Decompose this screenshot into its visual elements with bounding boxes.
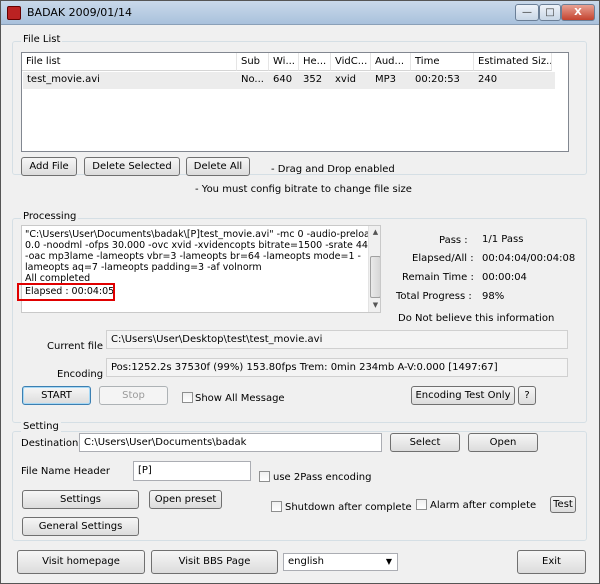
column-header-time[interactable]: Time [411,53,474,71]
cell-height: 352 [303,74,323,85]
show-all-message-label[interactable]: Show All Message [195,393,285,404]
cell-file: test_movie.avi [27,74,100,85]
column-header-width[interactable]: Wi... [269,53,299,71]
cell-sub: No... [241,74,264,85]
processing-group-label: Processing [21,211,79,222]
alarm-after-checkbox[interactable] [416,499,427,510]
pass-value: 1/1 Pass [482,234,524,245]
log-line: lameopts aq=7 -lameopts padding=3 -af vo… [25,262,262,273]
open-preset-button[interactable]: Open preset [149,490,222,509]
column-header-audio-codec[interactable]: Aud... [371,53,411,71]
client-area: File List File list Sub Wi... He... VidC… [3,26,597,581]
shutdown-after-checkbox[interactable] [271,501,282,512]
encoding-status-field: Pos:1252.2s 37530f (99%) 153.80fps Trem:… [106,358,568,377]
cell-width: 640 [273,74,293,85]
column-header-sub[interactable]: Sub [237,53,269,71]
title-bar[interactable]: BADAK 2009/01/14 — □ X [1,1,599,25]
destination-label: Destination [21,438,79,449]
scroll-thumb[interactable] [370,256,380,298]
remain-time-label: Remain Time : [402,272,474,283]
help-button[interactable]: ? [518,386,536,405]
use-2pass-label[interactable]: use 2Pass encoding [273,472,371,483]
log-scrollbar[interactable]: ▲ ▼ [368,226,380,312]
encoding-test-only-button[interactable]: Encoding Test Only [411,386,515,405]
file-list-group-label: File List [21,34,63,45]
close-button[interactable]: X [561,4,595,21]
shutdown-after-label[interactable]: Shutdown after complete [285,502,412,513]
file-list-view[interactable]: File list Sub Wi... He... VidC... Aud...… [21,52,569,152]
current-file-field: C:\Users\User\Desktop\test\test_movie.av… [106,330,568,349]
destination-input[interactable]: C:\Users\User\Documents\badak [79,433,382,452]
show-all-message-checkbox[interactable] [182,392,193,403]
table-row[interactable]: test_movie.avi No... 640 352 xvid MP3 00… [23,72,555,89]
column-header-video-codec[interactable]: VidC... [331,53,371,71]
current-file-label: Current file : [47,341,110,352]
elapsed-highlight-box [17,283,115,301]
delete-all-button[interactable]: Delete All [186,157,250,176]
encoding-label: Encoding [57,369,104,380]
setting-group-label: Setting [21,421,61,432]
select-button[interactable]: Select [390,433,460,452]
pass-label: Pass : [439,235,468,246]
elapsed-label: Elapsed/All : [412,253,474,264]
scroll-down-icon[interactable]: ▼ [369,299,380,312]
cell-video-codec: xvid [335,74,356,85]
settings-button[interactable]: Settings [22,490,139,509]
log-line: 0.0 -noodml -ofps 30.000 -ovc xvid -xvid… [25,240,381,251]
use-2pass-checkbox[interactable] [259,471,270,482]
cell-time: 00:20:53 [415,74,460,85]
disclaimer-text: Do Not believe this information [398,313,555,324]
total-progress-value: 98% [482,291,505,302]
visit-bbs-button[interactable]: Visit BBS Page [151,550,278,574]
exit-button[interactable]: Exit [517,550,586,574]
add-file-button[interactable]: Add File [21,157,77,176]
maximize-button[interactable]: □ [539,4,561,21]
visit-homepage-button[interactable]: Visit homepage [17,550,145,574]
chevron-down-icon: ▼ [385,557,393,566]
scroll-up-icon[interactable]: ▲ [369,226,380,239]
stop-button[interactable]: Stop [99,386,168,405]
delete-selected-button[interactable]: Delete Selected [84,157,180,176]
cell-audio-codec: MP3 [375,74,397,85]
open-button[interactable]: Open [468,433,538,452]
language-value: english [288,556,324,567]
file-name-header-label: File Name Header [21,466,111,477]
column-header-height[interactable]: He... [299,53,331,71]
test-button[interactable]: Test [550,496,576,513]
drag-drop-note: - Drag and Drop enabled [271,164,395,175]
language-select[interactable]: english ▼ [283,553,398,571]
file-name-header-input[interactable]: [P] [133,461,251,481]
log-line: -oac mp3lame -lameopts vbr=3 -lameopts b… [25,251,361,262]
start-button[interactable]: START [22,386,91,405]
app-icon [7,6,21,20]
bitrate-note: - You must config bitrate to change file… [195,184,412,195]
remain-time-value: 00:00:04 [482,272,527,283]
minimize-button[interactable]: — [515,4,539,21]
window-title: BADAK 2009/01/14 [27,6,132,19]
cell-estimated-size: 240 [478,74,498,85]
elapsed-value: 00:04:04/00:04:08 [482,253,576,264]
alarm-after-label[interactable]: Alarm after complete [430,500,536,511]
app-window: BADAK 2009/01/14 — □ X File List File li… [0,0,600,584]
column-header-file-list[interactable]: File list [22,53,237,71]
total-progress-label: Total Progress : [396,291,472,302]
general-settings-button[interactable]: General Settings [22,517,139,536]
log-line: "C:\Users\User\Documents\badak\[P]test_m… [25,229,376,240]
column-header-estimated-size[interactable]: Estimated Siz... [474,53,552,71]
